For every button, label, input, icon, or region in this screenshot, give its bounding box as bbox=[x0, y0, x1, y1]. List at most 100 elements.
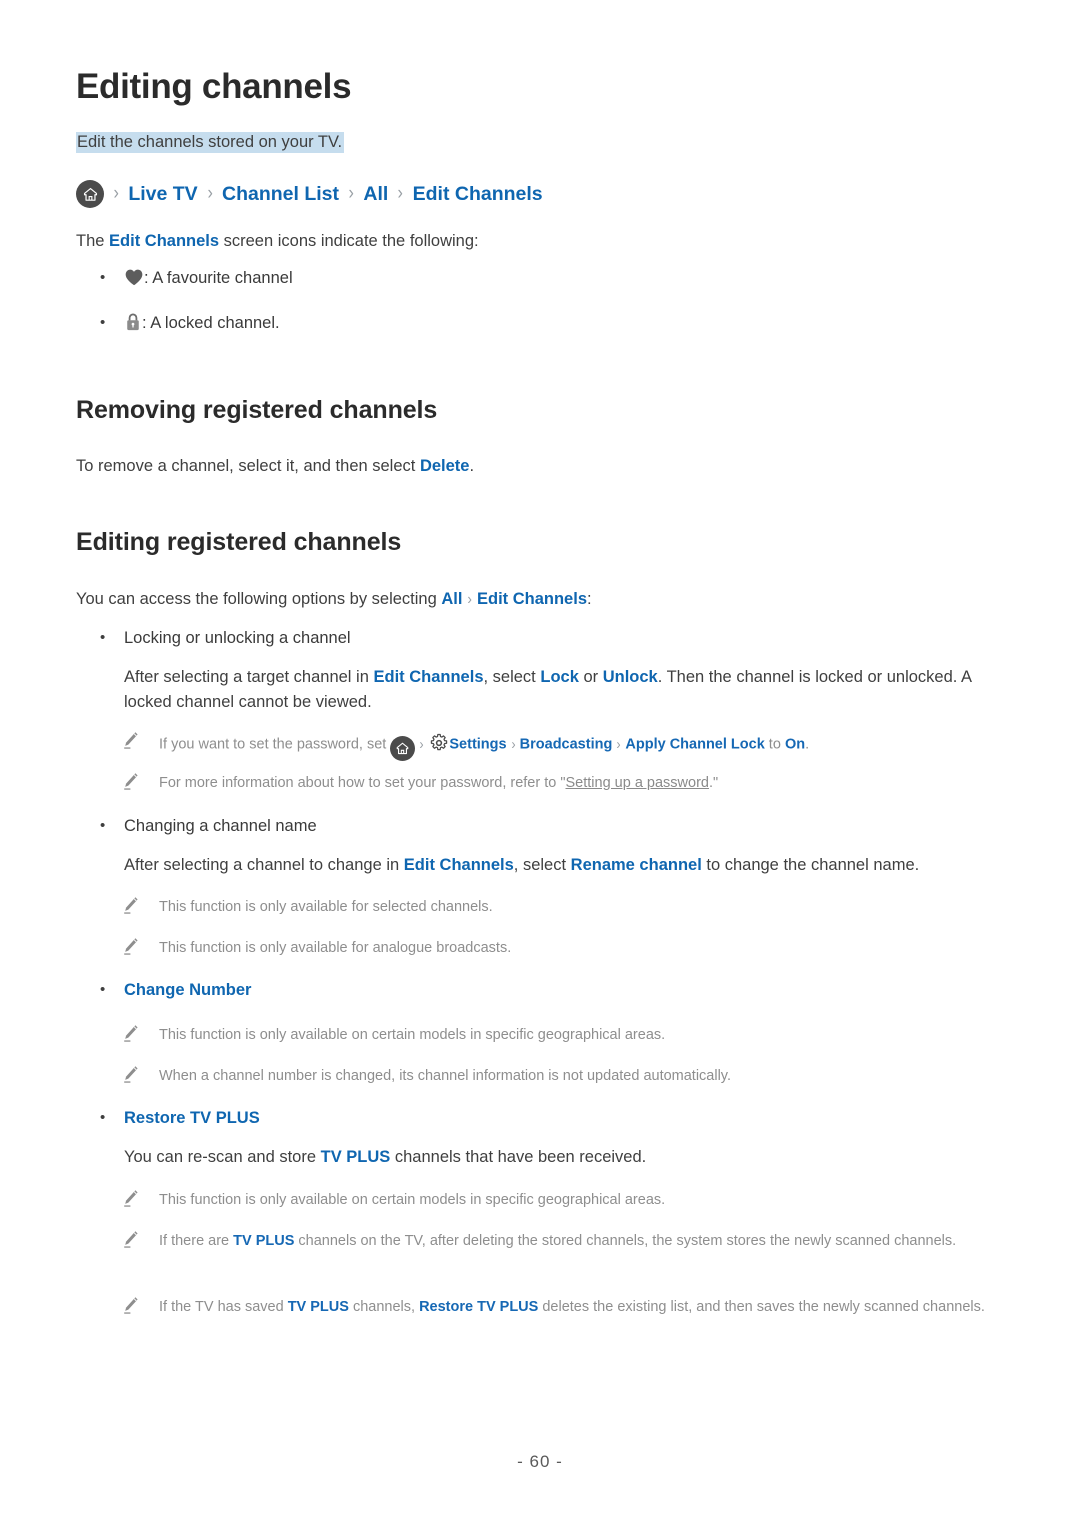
heart-icon bbox=[124, 268, 144, 294]
editing-intro-after: : bbox=[587, 590, 592, 608]
note-restore-3: If the TV has saved TV PLUS channels, Re… bbox=[122, 1296, 1002, 1319]
note-change-number-2-text: When a channel number is changed, its ch… bbox=[159, 1068, 732, 1084]
home-icon[interactable] bbox=[390, 735, 416, 761]
breadcrumb: › Live TV › Channel List › All › Edit Ch… bbox=[76, 180, 543, 208]
removing-text-after: . bbox=[469, 457, 475, 475]
list-item-change-number: • Change Number bbox=[96, 978, 1016, 1003]
change-number-group: • Change Number bbox=[96, 978, 1016, 1003]
note-chevron-icon-3: › bbox=[616, 735, 621, 753]
note-change-number-1-text: This function is only available on certa… bbox=[159, 1027, 666, 1043]
page-number: - 60 - bbox=[517, 1452, 563, 1471]
note-change-number-2: When a channel number is changed, its ch… bbox=[122, 1065, 1002, 1088]
gear-icon[interactable] bbox=[428, 732, 449, 753]
note-renaming-1-text: This function is only available for sele… bbox=[159, 899, 493, 915]
note-restore-2: If there are TV PLUS channels on the TV,… bbox=[122, 1230, 1002, 1253]
editing-intro-paragraph: You can access the following options by … bbox=[76, 587, 592, 612]
link-on[interactable]: On bbox=[785, 737, 805, 753]
link-all[interactable]: All bbox=[441, 590, 462, 608]
pencil-icon bbox=[122, 731, 139, 750]
intro-highlight-text: Edit the channels stored on your TV. bbox=[76, 132, 345, 153]
bullet-marker: • bbox=[100, 269, 106, 286]
note-restore-1-text: This function is only available on certa… bbox=[159, 1192, 666, 1208]
note-more-info: For more information about how to set yo… bbox=[122, 772, 1002, 795]
pencil-icon bbox=[122, 937, 139, 956]
legend-locked-text: : A locked channel. bbox=[142, 313, 280, 332]
pencil-icon bbox=[122, 1296, 139, 1315]
link-tv-plus[interactable]: TV PLUS bbox=[321, 1148, 391, 1166]
pencil-icon bbox=[122, 1230, 139, 1249]
locking-paragraph: After selecting a target channel in Edit… bbox=[96, 665, 996, 715]
note-moreinfo-text-1: For more information about how to set yo… bbox=[159, 775, 566, 791]
link-lock[interactable]: Lock bbox=[540, 668, 579, 686]
page-title: Editing channels bbox=[76, 67, 352, 106]
removing-paragraph: To remove a channel, select it, and then… bbox=[76, 454, 474, 479]
document-page: Editing channels Edit the channels store… bbox=[0, 0, 1080, 1527]
bullet-marker: • bbox=[100, 817, 106, 834]
home-icon[interactable] bbox=[76, 180, 104, 208]
note-chevron-icon-2: › bbox=[511, 735, 516, 753]
note-renaming-1: This function is only available for sele… bbox=[122, 896, 1002, 919]
note-restore-3-b: channels, bbox=[348, 1299, 420, 1315]
restore-tv-plus-paragraph: You can re-scan and store TV PLUS channe… bbox=[96, 1145, 1016, 1170]
link-apply-channel-lock[interactable]: Apply Channel Lock bbox=[625, 737, 764, 753]
section-heading-editing: Editing registered channels bbox=[76, 528, 402, 556]
note-restore-1: This function is only available on certa… bbox=[122, 1189, 1002, 1212]
note-restore-3-c: deletes the existing list, and then save… bbox=[538, 1299, 985, 1315]
link-edit-channels-4[interactable]: Edit Channels bbox=[404, 856, 514, 874]
note-restore-3-text: If the TV has saved TV PLUS channels, Re… bbox=[159, 1296, 1002, 1319]
section-heading-removing: Removing registered channels bbox=[76, 396, 438, 424]
breadcrumb-item-live-tv[interactable]: Live TV bbox=[128, 183, 197, 206]
locking-para-2: , select bbox=[483, 667, 541, 686]
list-item-locked: • : A locked channel. bbox=[96, 311, 976, 340]
link-tv-plus-3[interactable]: TV PLUS bbox=[288, 1299, 349, 1315]
link-edit-channels-2[interactable]: Edit Channels bbox=[477, 590, 587, 608]
note-change-number-1: This function is only available on certa… bbox=[122, 1024, 1002, 1047]
bullet-marker: • bbox=[100, 981, 106, 998]
breadcrumb-item-channel-list[interactable]: Channel List bbox=[222, 183, 339, 206]
breadcrumb-item-all[interactable]: All bbox=[363, 183, 388, 206]
link-delete[interactable]: Delete bbox=[420, 457, 470, 475]
note-restore-2-b: channels on the TV, after deleting the s… bbox=[294, 1233, 957, 1249]
note-moreinfo-end: ." bbox=[708, 775, 719, 791]
note-set-password: If you want to set the password, set › S… bbox=[122, 731, 1002, 761]
breadcrumb-item-edit-channels[interactable]: Edit Channels bbox=[413, 183, 543, 206]
removing-text-before: To remove a channel, select it, and then… bbox=[76, 457, 420, 475]
note-renaming-2: This function is only available for anal… bbox=[122, 937, 1002, 960]
note-chevron-icon-1: › bbox=[419, 735, 424, 753]
renaming-para-3: to change the channel name. bbox=[701, 855, 920, 874]
note-password-text-1: If you want to set the password, set bbox=[159, 736, 391, 753]
link-edit-channels-3[interactable]: Edit Channels bbox=[373, 668, 483, 686]
breadcrumb-separator-2: › bbox=[348, 183, 354, 204]
legend-locked-body: : A locked channel. bbox=[124, 311, 976, 340]
bullet-marker: • bbox=[100, 1109, 106, 1126]
locking-group: • Locking or unlocking a channel After s… bbox=[96, 626, 996, 714]
link-edit-channels[interactable]: Edit Channels bbox=[109, 232, 219, 250]
note-restore-3-a: If the TV has saved bbox=[159, 1299, 288, 1315]
link-setting-up-a-password[interactable]: Setting up a password bbox=[566, 775, 709, 791]
pencil-icon bbox=[122, 1189, 139, 1208]
intro-highlight-line: Edit the channels stored on your TV. bbox=[76, 130, 345, 155]
icons-intro-line: The Edit Channels screen icons indicate … bbox=[76, 229, 479, 254]
link-settings[interactable]: Settings bbox=[449, 737, 506, 753]
note-password-end: . bbox=[805, 736, 810, 753]
link-change-number[interactable]: Change Number bbox=[124, 978, 1016, 1003]
renaming-paragraph: After selecting a channel to change in E… bbox=[96, 853, 1016, 878]
link-rename-channel[interactable]: Rename channel bbox=[571, 856, 702, 874]
list-item-restore-tv-plus: • Restore TV PLUS bbox=[96, 1106, 1016, 1131]
breadcrumb-separator-0: › bbox=[113, 183, 119, 204]
pencil-icon bbox=[122, 772, 139, 791]
link-restore-tv-plus[interactable]: Restore TV PLUS bbox=[124, 1106, 1016, 1131]
note-renaming-2-text: This function is only available for anal… bbox=[159, 940, 512, 956]
editing-intro-before: You can access the following options by … bbox=[76, 590, 442, 608]
bullet-marker: • bbox=[100, 629, 106, 646]
link-restore-tv-plus-2[interactable]: Restore TV PLUS bbox=[419, 1299, 538, 1315]
icons-intro-before: The bbox=[76, 232, 110, 250]
link-unlock[interactable]: Unlock bbox=[603, 668, 658, 686]
link-tv-plus-2[interactable]: TV PLUS bbox=[233, 1233, 294, 1249]
note-password-to: to bbox=[764, 736, 785, 753]
list-item-locking: • Locking or unlocking a channel bbox=[96, 626, 996, 651]
pencil-icon bbox=[122, 1065, 139, 1084]
inline-chevron-icon: › bbox=[467, 591, 472, 608]
link-broadcasting[interactable]: Broadcasting bbox=[520, 737, 613, 753]
legend-favourite-body: : A favourite channel bbox=[124, 266, 976, 294]
